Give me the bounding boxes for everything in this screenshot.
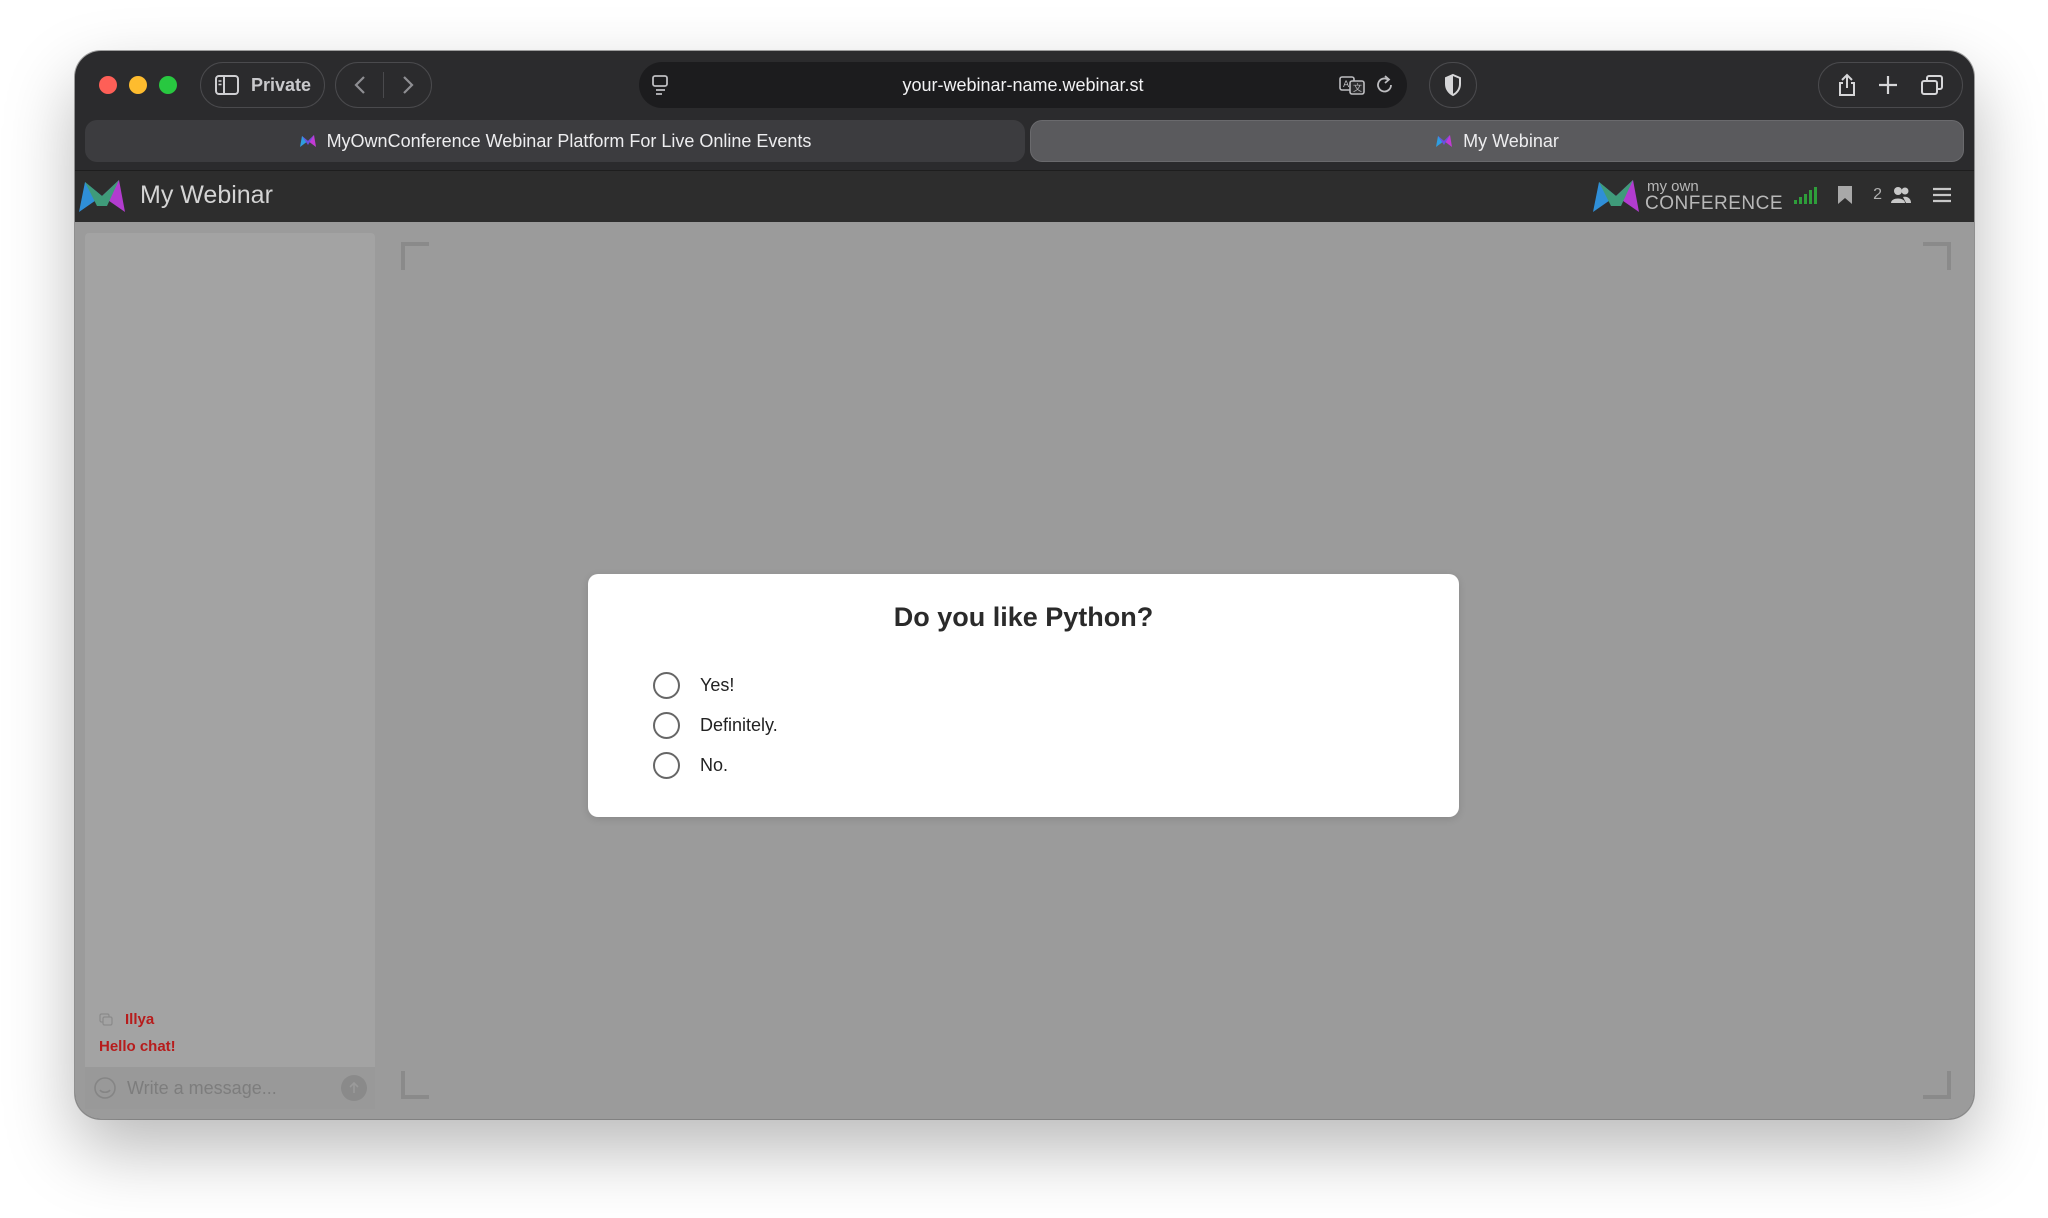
webinar-logo-icon xyxy=(79,180,125,212)
tab-label: MyOwnConference Webinar Platform For Liv… xyxy=(326,130,812,151)
bookmark-icon[interactable] xyxy=(1837,185,1853,205)
webinar-header: My Webinar my own CONFERENCE 2 xyxy=(75,170,1974,222)
chevron-right-icon xyxy=(402,76,414,94)
poll-option-definitely[interactable]: Definitely. xyxy=(653,712,778,739)
radio-button[interactable] xyxy=(653,752,680,779)
navigation-controls xyxy=(335,62,432,108)
share-icon[interactable] xyxy=(1837,72,1857,98)
shield-icon xyxy=(1445,73,1461,97)
myownconference-logo[interactable]: my own CONFERENCE xyxy=(1591,176,1783,216)
svg-text:A: A xyxy=(1343,80,1350,90)
poll-option-yes[interactable]: Yes! xyxy=(653,672,734,699)
chat-message-input[interactable]: Write a message... xyxy=(127,1078,331,1099)
tab-label: My Webinar xyxy=(1463,130,1559,151)
back-button[interactable] xyxy=(336,63,383,107)
send-button[interactable] xyxy=(341,1075,367,1101)
tab-my-webinar[interactable]: My Webinar xyxy=(1030,120,1964,162)
favicon-icon xyxy=(1436,135,1453,147)
tab-bar: MyOwnConference Webinar Platform For Liv… xyxy=(85,120,1964,162)
poll-option-label: No. xyxy=(700,755,729,775)
webinar-stage: Illya Hello chat! Write a message... Do … xyxy=(75,222,1974,1119)
close-window-button[interactable] xyxy=(99,76,117,94)
svg-text:文: 文 xyxy=(1353,82,1362,94)
tab-myownconference[interactable]: MyOwnConference Webinar Platform For Liv… xyxy=(85,120,1025,162)
chat-user-name: Illya xyxy=(125,1011,155,1028)
page-settings-icon[interactable] xyxy=(651,74,671,96)
frame-corner-bottom-right xyxy=(1923,1071,1951,1099)
sidebar-toggle-button[interactable]: Private xyxy=(200,62,325,108)
radio-button[interactable] xyxy=(653,672,680,699)
poll-question: Do you like Python? xyxy=(893,602,1154,632)
minimize-window-button[interactable] xyxy=(129,76,147,94)
poll-option-label: Yes! xyxy=(700,675,735,695)
window-actions xyxy=(1818,62,1963,108)
forward-button[interactable] xyxy=(384,63,431,107)
chat-message: Hello chat! xyxy=(99,1038,176,1055)
menu-icon[interactable] xyxy=(1932,186,1952,204)
private-label: Private xyxy=(251,74,312,95)
conference-logo-icon xyxy=(1593,180,1639,212)
favicon-icon xyxy=(299,135,316,147)
address-bar[interactable]: your-webinar-name.webinar.st A 文 xyxy=(639,62,1407,108)
frame-corner-top-right xyxy=(1923,242,1951,270)
chat-input-bar: Write a message... xyxy=(85,1067,375,1109)
signal-strength-icon[interactable] xyxy=(1793,186,1818,204)
reload-icon[interactable] xyxy=(1375,74,1395,96)
arrow-up-icon xyxy=(349,1081,359,1093)
chat-author: Illya xyxy=(99,1011,154,1028)
poll-option-no[interactable]: No. xyxy=(653,752,728,779)
url-text: your-webinar-name.webinar.st xyxy=(902,74,1144,95)
translate-icon[interactable]: A 文 xyxy=(1339,74,1365,96)
chat-panel: Illya Hello chat! Write a message... xyxy=(85,233,375,1109)
header-controls: 2 xyxy=(1793,185,1952,205)
participant-count: 2 xyxy=(1873,186,1882,203)
poll-dialog: Do you like Python? Yes! Definitely. No. xyxy=(588,574,1459,817)
chat-bubble-icon xyxy=(99,1012,113,1026)
browser-toolbar: Private your-webinar-name.webinar.st A 文 xyxy=(75,51,1974,117)
poll-option-label: Definitely. xyxy=(700,715,778,735)
radio-button[interactable] xyxy=(653,712,680,739)
frame-corner-bottom-left xyxy=(401,1071,429,1099)
chevron-left-icon xyxy=(353,76,365,94)
brand-line-1: my own xyxy=(1647,178,1699,195)
brand-line-2: CONFERENCE xyxy=(1645,193,1784,214)
privacy-report-button[interactable] xyxy=(1429,62,1477,108)
emoji-icon[interactable] xyxy=(93,1076,117,1100)
frame-corner-top-left xyxy=(401,242,429,270)
browser-window: Private your-webinar-name.webinar.st A 文… xyxy=(75,51,1974,1119)
tab-overview-icon[interactable] xyxy=(1920,74,1944,96)
zoom-window-button[interactable] xyxy=(159,76,177,94)
sidebar-icon xyxy=(215,75,239,95)
participants-icon[interactable] xyxy=(1890,186,1912,204)
new-tab-icon[interactable] xyxy=(1877,74,1899,96)
webinar-title: My Webinar xyxy=(140,181,273,209)
